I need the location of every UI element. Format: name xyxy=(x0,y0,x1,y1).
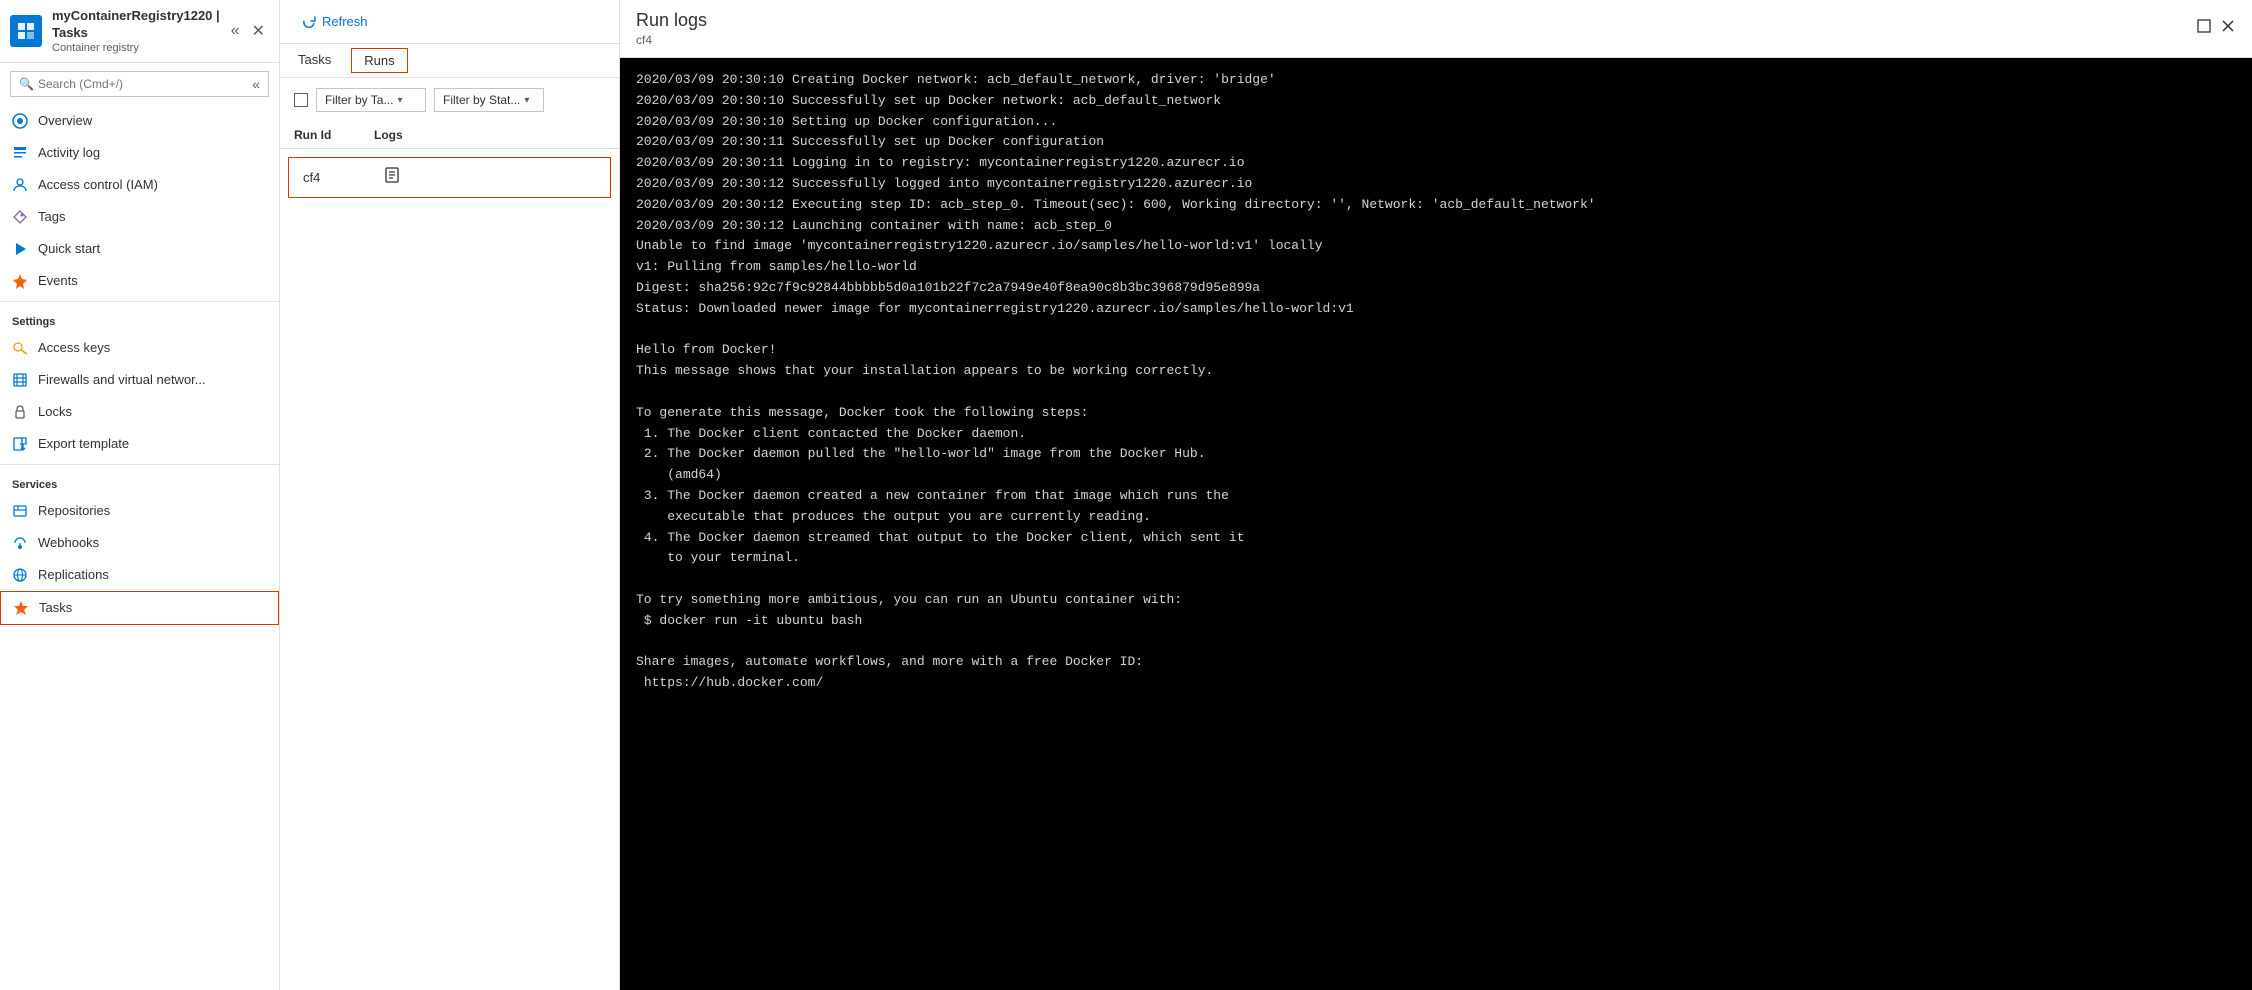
filter-by-task-dropdown[interactable]: Filter by Ta... ▾ xyxy=(316,88,426,112)
filter-status-label: Filter by Stat... xyxy=(443,93,520,107)
refresh-label: Refresh xyxy=(322,14,368,29)
sidebar-item-repositories[interactable]: Repositories xyxy=(0,495,279,527)
access-keys-icon xyxy=(12,340,28,356)
iam-icon xyxy=(12,177,28,193)
nav-list: Overview Activity log Access control (IA… xyxy=(0,105,279,990)
sidebar-item-activity-log[interactable]: Activity log xyxy=(0,137,279,169)
sidebar-item-firewalls-label: Firewalls and virtual networ... xyxy=(38,372,206,387)
sidebar-item-access-keys[interactable]: Access keys xyxy=(0,332,279,364)
sidebar-item-tasks[interactable]: Tasks xyxy=(0,591,279,625)
search-icon: 🔍 xyxy=(19,77,34,91)
tab-runs[interactable]: Runs xyxy=(351,48,407,73)
sidebar-item-webhooks[interactable]: Webhooks xyxy=(0,527,279,559)
run-id-value: cf4 xyxy=(303,170,373,185)
table-row[interactable]: cf4 xyxy=(288,157,611,198)
tags-icon xyxy=(12,209,28,225)
sidebar-item-quick-start-label: Quick start xyxy=(38,241,100,256)
tabs-bar: Tasks Runs xyxy=(280,44,619,78)
toolbar: Refresh xyxy=(280,0,619,44)
services-section-label: Services xyxy=(0,469,279,495)
sidebar-item-export-template[interactable]: Export template xyxy=(0,428,279,460)
tasks-icon xyxy=(13,600,29,616)
col-header-runid: Run Id xyxy=(294,128,374,142)
overview-icon xyxy=(12,113,28,129)
replications-icon xyxy=(12,567,28,583)
filter-task-chevron: ▾ xyxy=(397,95,402,106)
app-header: myContainerRegistry1220 | Tasks Containe… xyxy=(0,0,279,63)
sidebar-item-tasks-label: Tasks xyxy=(39,600,72,615)
sidebar-item-webhooks-label: Webhooks xyxy=(38,535,99,550)
logs-header-controls xyxy=(2196,18,2236,39)
search-input[interactable] xyxy=(38,77,252,91)
logs-title: Run logs xyxy=(636,10,707,31)
sidebar-item-events[interactable]: Events xyxy=(0,265,279,297)
filter-task-label: Filter by Ta... xyxy=(325,93,393,107)
services-divider xyxy=(0,464,279,465)
sidebar-item-tags-label: Tags xyxy=(38,209,65,224)
sidebar-item-export-template-label: Export template xyxy=(38,436,129,451)
logs-header: Run logs cf4 xyxy=(620,0,2252,58)
sidebar-item-overview-label: Overview xyxy=(38,113,92,128)
refresh-icon xyxy=(302,15,316,29)
logs-title-group: Run logs cf4 xyxy=(636,10,707,47)
sidebar-item-locks[interactable]: Locks xyxy=(0,396,279,428)
sidebar-item-access-keys-label: Access keys xyxy=(38,340,110,355)
sidebar-item-overview[interactable]: Overview xyxy=(0,105,279,137)
webhooks-icon xyxy=(12,535,28,551)
settings-section-label: Settings xyxy=(0,306,279,332)
tab-tasks[interactable]: Tasks xyxy=(294,44,335,77)
logs-document-icon xyxy=(383,166,401,189)
maximize-button[interactable] xyxy=(2196,18,2212,39)
col-header-logs: Logs xyxy=(374,128,605,142)
run-logs-panel: Run logs cf4 2020/03/09 20:30:10 Creatin… xyxy=(620,0,2252,990)
search-box: 🔍 « xyxy=(10,71,269,97)
sidebar-item-iam-label: Access control (IAM) xyxy=(38,177,158,192)
export-template-icon xyxy=(12,436,28,452)
header-controls: « ✕ xyxy=(227,19,269,43)
select-all-checkbox[interactable] xyxy=(294,93,308,107)
refresh-button[interactable]: Refresh xyxy=(294,10,376,33)
sidebar-item-locks-label: Locks xyxy=(38,404,72,419)
logs-content: 2020/03/09 20:30:10 Creating Docker netw… xyxy=(620,58,2252,990)
activity-log-icon xyxy=(12,145,28,161)
sidebar: myContainerRegistry1220 | Tasks Containe… xyxy=(0,0,280,990)
filter-by-status-dropdown[interactable]: Filter by Stat... ▾ xyxy=(434,88,544,112)
firewalls-icon xyxy=(12,372,28,388)
app-title-group: myContainerRegistry1220 | Tasks Containe… xyxy=(52,8,227,54)
sidebar-item-events-label: Events xyxy=(38,273,78,288)
sidebar-item-replications[interactable]: Replications xyxy=(0,559,279,591)
close-logs-button[interactable] xyxy=(2220,18,2236,39)
quickstart-icon xyxy=(12,241,28,257)
filter-status-chevron: ▾ xyxy=(524,95,529,106)
events-icon xyxy=(12,273,28,289)
sidebar-item-tags[interactable]: Tags xyxy=(0,201,279,233)
table-header: Run Id Logs xyxy=(280,122,619,149)
sidebar-item-activity-log-label: Activity log xyxy=(38,145,100,160)
tasks-panel: Refresh Tasks Runs Filter by Ta... ▾ Fil… xyxy=(280,0,620,990)
app-title: myContainerRegistry1220 | Tasks xyxy=(52,8,227,42)
sidebar-item-replications-label: Replications xyxy=(38,567,109,582)
sidebar-item-quick-start[interactable]: Quick start xyxy=(0,233,279,265)
sidebar-item-firewalls[interactable]: Firewalls and virtual networ... xyxy=(0,364,279,396)
repositories-icon xyxy=(12,503,28,519)
app-icon xyxy=(10,15,42,47)
filter-row: Filter by Ta... ▾ Filter by Stat... ▾ xyxy=(280,78,619,122)
sidebar-item-repositories-label: Repositories xyxy=(38,503,110,518)
collapse-search-button[interactable]: « xyxy=(252,76,260,92)
settings-divider xyxy=(0,301,279,302)
app-subtitle: Container registry xyxy=(52,42,227,54)
logs-subtitle: cf4 xyxy=(636,33,707,47)
sidebar-item-iam[interactable]: Access control (IAM) xyxy=(0,169,279,201)
close-panel-button[interactable]: ✕ xyxy=(248,19,269,43)
locks-icon xyxy=(12,404,28,420)
collapse-panel-button[interactable]: « xyxy=(227,19,244,43)
